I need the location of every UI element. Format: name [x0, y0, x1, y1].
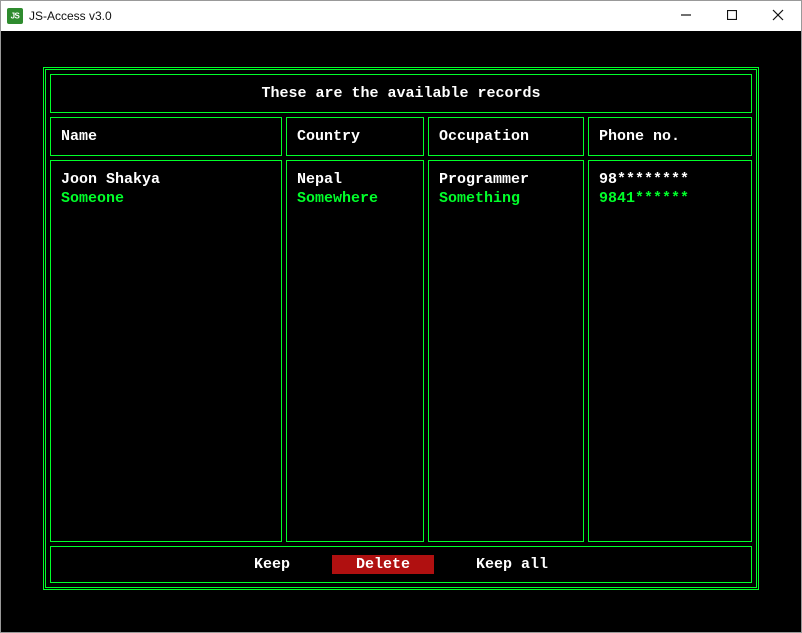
name-column: Joon Shakya Someone: [50, 160, 282, 542]
record-phone[interactable]: 98********: [599, 171, 741, 188]
record-country[interactable]: Somewhere: [297, 190, 413, 207]
keep-all-button[interactable]: Keep all: [470, 555, 554, 574]
close-icon: [772, 9, 784, 24]
record-phone[interactable]: 9841******: [599, 190, 741, 207]
col-header-country: Country: [286, 117, 424, 156]
column-headers: Name Country Occupation Phone no.: [50, 117, 752, 156]
record-name[interactable]: Joon Shakya: [61, 171, 271, 188]
window-controls: [663, 1, 801, 31]
action-bar: Keep Delete Keep all: [50, 546, 752, 583]
record-country[interactable]: Nepal: [297, 171, 413, 188]
close-button[interactable]: [755, 1, 801, 31]
minimize-button[interactable]: [663, 1, 709, 31]
record-occupation[interactable]: Something: [439, 190, 573, 207]
keep-button[interactable]: Keep: [248, 555, 296, 574]
col-header-phone: Phone no.: [588, 117, 752, 156]
client-area: These are the available records Name Cou…: [1, 31, 801, 632]
window-titlebar[interactable]: JS-Access v3.0: [1, 1, 801, 31]
country-column: Nepal Somewhere: [286, 160, 424, 542]
record-occupation[interactable]: Programmer: [439, 171, 573, 188]
frame-caption: These are the available records: [50, 74, 752, 113]
delete-button[interactable]: Delete: [332, 555, 434, 574]
record-name[interactable]: Someone: [61, 190, 271, 207]
column-body: Joon Shakya Someone Nepal Somewhere Prog…: [50, 160, 752, 542]
app-window: JS-Access v3.0 These are the available r…: [0, 0, 802, 633]
window-title: JS-Access v3.0: [29, 9, 663, 23]
maximize-button[interactable]: [709, 1, 755, 31]
records-frame: These are the available records Name Cou…: [43, 67, 759, 590]
maximize-icon: [727, 9, 737, 23]
phone-column: 98******** 9841******: [588, 160, 752, 542]
col-header-occupation: Occupation: [428, 117, 584, 156]
occupation-column: Programmer Something: [428, 160, 584, 542]
col-header-name: Name: [50, 117, 282, 156]
minimize-icon: [681, 9, 691, 23]
app-icon: [7, 8, 23, 24]
